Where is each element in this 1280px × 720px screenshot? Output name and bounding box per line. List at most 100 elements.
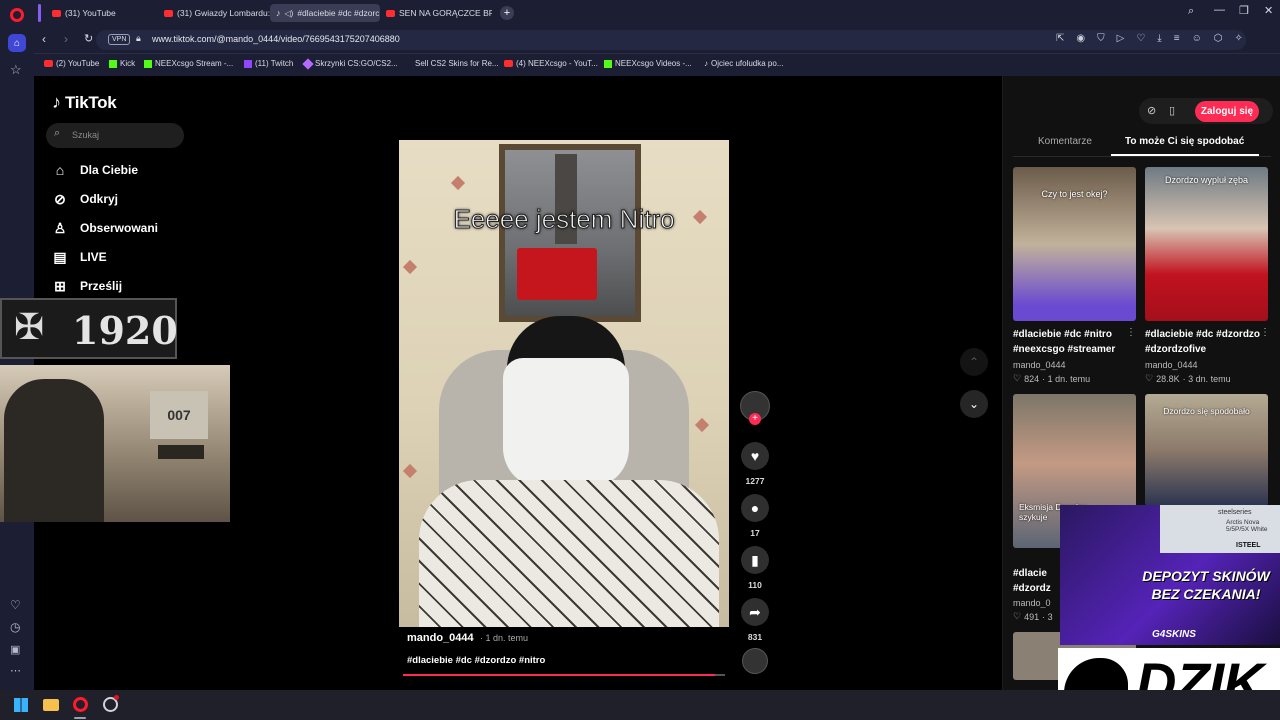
history-icon[interactable]: ◷ bbox=[10, 620, 20, 634]
tab-recommended[interactable]: To może Ci się spodobać bbox=[1125, 136, 1244, 147]
share-icon: ➦ bbox=[749, 603, 761, 620]
menu-icon[interactable]: ≡ bbox=[1174, 33, 1180, 44]
url-field[interactable]: VPN 🔒︎ www.tiktok.com/@mando_0444/video/… bbox=[96, 30, 1246, 50]
card-author[interactable]: mando_0444 bbox=[1145, 360, 1198, 370]
nav-upload[interactable]: ⊞ Prześlij bbox=[52, 278, 122, 294]
maximize-button[interactable]: ❐ bbox=[1239, 4, 1249, 17]
new-tab-button[interactable]: + bbox=[500, 6, 514, 20]
bookmark-item[interactable]: (11) Twitch bbox=[244, 59, 293, 68]
card-menu-icon[interactable]: ⋮ bbox=[1260, 327, 1270, 338]
save-button[interactable]: ▮ bbox=[741, 546, 769, 574]
favorite-icon[interactable]: ♡ bbox=[1136, 33, 1145, 44]
nav-live[interactable]: ▤ LIVE bbox=[52, 249, 107, 265]
gift-icon[interactable]: ▣ bbox=[10, 643, 20, 656]
bookmark-label: (2) YouTube bbox=[56, 59, 100, 68]
card-menu-icon[interactable]: ⋮ bbox=[1126, 327, 1136, 338]
bookmark-item[interactable]: NEEXcsgo Stream -... bbox=[144, 59, 233, 68]
follow-plus-icon[interactable]: + bbox=[749, 413, 761, 425]
tab-gwiazdy[interactable]: (31) Gwiazdy Lombardu: G bbox=[158, 4, 270, 22]
compass-icon: ⊘ bbox=[54, 190, 66, 207]
more-icon[interactable]: ⋯ bbox=[10, 664, 21, 677]
heart-outline-icon: ♡ bbox=[1013, 373, 1022, 383]
tab-tiktok[interactable]: ♪ ◁) #dlaciebie #dc #dzorc bbox=[270, 4, 380, 22]
profile-icon[interactable]: ☺ bbox=[1192, 33, 1202, 44]
card-title[interactable]: #dzordz bbox=[1013, 581, 1057, 596]
music-disc-icon[interactable] bbox=[742, 648, 768, 674]
opera-logo-icon[interactable] bbox=[10, 8, 24, 22]
bookmark-item[interactable]: NEEXcsgo Videos -... bbox=[604, 59, 692, 68]
back-icon[interactable]: ‹ bbox=[42, 32, 46, 46]
download-icon[interactable]: ⤓ bbox=[1157, 33, 1161, 44]
login-button[interactable]: Zaloguj się bbox=[1195, 101, 1259, 122]
bookmark-item[interactable]: Sell CS2 Skins for Re... bbox=[404, 59, 499, 68]
nav-label: LIVE bbox=[80, 250, 107, 264]
camera-icon[interactable]: ◉ bbox=[1076, 33, 1085, 44]
card-title[interactable]: #dlaciebie #dc #nitro #neexcsgo #streame… bbox=[1013, 327, 1137, 357]
card-title[interactable]: #dlaciebie #dc #dzordzo #dzordzofive bbox=[1145, 327, 1269, 357]
phone-icon[interactable]: ▯ bbox=[1169, 104, 1175, 117]
like-button[interactable]: ♥ bbox=[741, 442, 769, 470]
ad-headline: DEPOZYT SKINÓW BEZ CZEKANIA! bbox=[1142, 568, 1270, 602]
tiktok-logo[interactable]: ♪ TikTok bbox=[52, 92, 117, 113]
card-age: · 1 dn. temu bbox=[1042, 373, 1091, 384]
card-author[interactable]: mando_0 bbox=[1013, 598, 1057, 608]
star-icon[interactable]: ☆ bbox=[10, 62, 22, 78]
sponsor-ad: steelseries Arctis Nova 5/5P/5X White IS… bbox=[1060, 505, 1280, 645]
minimize-button[interactable]: — bbox=[1214, 4, 1225, 16]
compass-icon[interactable]: ⊘ bbox=[1147, 104, 1156, 117]
home-icon: ⌂ bbox=[55, 162, 65, 178]
extensions-icon[interactable]: ⬡ bbox=[1214, 33, 1223, 44]
bookmark-item[interactable]: Kick bbox=[109, 59, 135, 68]
bookmark-label: (4) NEEXcsgo - YouT... bbox=[516, 59, 598, 68]
video-thumbnail[interactable]: Dzordzo wypluł zęba bbox=[1145, 167, 1268, 321]
heart-icon: ♥ bbox=[750, 448, 760, 464]
youtube-icon bbox=[52, 9, 61, 17]
forward-icon[interactable]: › bbox=[64, 32, 68, 46]
comment-button[interactable]: ● bbox=[741, 494, 769, 522]
video-thumbnail[interactable]: Czy to jest okej? bbox=[1013, 167, 1136, 321]
share-button[interactable]: ➦ bbox=[741, 598, 769, 626]
prev-video-button[interactable]: ⌃ bbox=[960, 348, 988, 376]
card-likes: 28.8K bbox=[1156, 373, 1180, 384]
heart-icon[interactable]: ♡ bbox=[10, 598, 21, 612]
caption-overlay: Eeeee jestem Nitro bbox=[453, 204, 675, 235]
card-age: · 3 bbox=[1042, 611, 1053, 622]
opera-taskbar-icon[interactable] bbox=[73, 697, 88, 712]
video-age: · 1 dn. temu bbox=[480, 633, 529, 643]
bookmark-label: Ojciec ufoludka po... bbox=[711, 59, 784, 68]
search-input[interactable]: ⌕ Szukaj bbox=[46, 123, 184, 148]
card-author[interactable]: mando_0444 bbox=[1013, 360, 1066, 370]
file-explorer-icon[interactable] bbox=[43, 699, 59, 711]
nav-following[interactable]: ♙ Obserwowani bbox=[52, 220, 158, 236]
home-icon[interactable]: ⌂ bbox=[8, 34, 26, 52]
bookmark-item[interactable]: (2) YouTube bbox=[44, 59, 99, 68]
card-title[interactable]: #dlacie bbox=[1013, 566, 1057, 581]
bookmark-item[interactable]: ♪ Ojciec ufoludka po... bbox=[704, 59, 783, 68]
ad-tag: ISTEEL bbox=[1236, 542, 1261, 549]
play-icon[interactable]: ▷ bbox=[1117, 33, 1125, 44]
close-window-button[interactable]: ✕ bbox=[1264, 4, 1273, 17]
tab-comments[interactable]: Komentarze bbox=[1038, 136, 1092, 147]
video-hashtags[interactable]: #dlaciebie #dc #dzordzo #nitro bbox=[407, 655, 545, 666]
video-author[interactable]: mando_0444 bbox=[407, 632, 474, 644]
video-player[interactable]: Eeeee jestem Nitro bbox=[399, 140, 729, 627]
aria-icon[interactable]: ✧ bbox=[1235, 33, 1243, 44]
tab-sen[interactable]: SEN NA GORĄCZCE BRAC bbox=[380, 4, 492, 22]
progress-track[interactable] bbox=[403, 674, 725, 676]
video-thumbnail[interactable]: Dzordzo się spodobało bbox=[1145, 394, 1268, 506]
tab-youtube[interactable]: (31) YouTube bbox=[46, 4, 158, 22]
search-tabs-icon[interactable]: ⌕ bbox=[1188, 5, 1194, 18]
next-video-button[interactable]: ⌄ bbox=[960, 390, 988, 418]
vpn-badge[interactable]: VPN bbox=[108, 34, 131, 45]
reload-icon[interactable]: ↻ bbox=[84, 32, 93, 45]
bookmark-item[interactable]: Skrzynki CS:GO/CS2... bbox=[302, 57, 398, 70]
share-page-icon[interactable]: ⇱ bbox=[1056, 33, 1064, 44]
tabs-divider bbox=[1013, 156, 1271, 157]
nav-explore[interactable]: ⊘ Odkryj bbox=[52, 191, 118, 207]
url-text[interactable]: www.tiktok.com/@mando_0444/video/7669543… bbox=[152, 34, 400, 44]
nav-for-you[interactable]: ⌂ Dla Ciebie bbox=[52, 162, 138, 178]
like-count: 1277 bbox=[745, 476, 765, 486]
windows-start-icon[interactable] bbox=[14, 698, 28, 712]
bookmark-item[interactable]: (4) NEEXcsgo - YouT... bbox=[504, 59, 598, 68]
shield-icon[interactable]: ⛉ bbox=[1097, 33, 1105, 44]
